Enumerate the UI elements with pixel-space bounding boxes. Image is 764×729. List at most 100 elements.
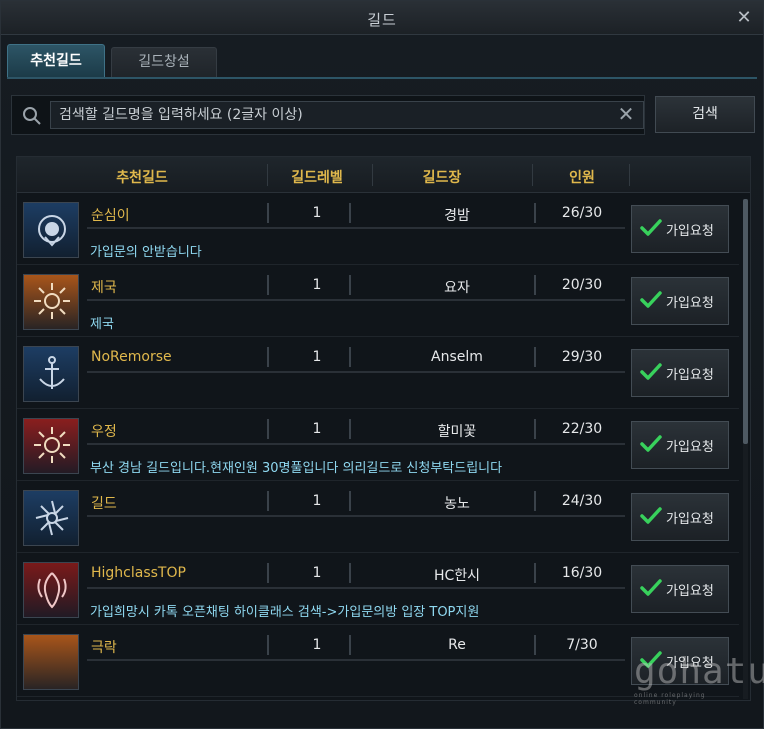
check-icon	[640, 219, 662, 236]
table-row: 길드 1 농노 24/30 가입요청	[17, 485, 739, 553]
window-title: 길드	[367, 11, 397, 29]
join-request-label: 가입요청	[666, 224, 714, 239]
row-divider	[87, 371, 625, 373]
header-divider	[532, 164, 533, 186]
guild-rows: 순심이 1 경밤 26/30 가입문의 안받습니다 가입요청 제국 1 요자 20/30 제국 가입요…	[17, 197, 739, 700]
join-request-label: 가입요청	[666, 584, 714, 599]
clear-search-icon[interactable]: ✕	[614, 102, 638, 126]
guild-name: HighclassTOP	[91, 565, 186, 581]
join-request-button[interactable]: 가입요청	[631, 565, 729, 613]
guild-members: 22/30	[561, 421, 603, 437]
row-divider	[87, 587, 625, 589]
join-request-button[interactable]: 가입요청	[631, 205, 729, 253]
cell-divider	[267, 203, 269, 223]
cell-divider	[349, 419, 351, 439]
cell-divider	[267, 635, 269, 655]
header-divider	[372, 164, 373, 186]
header-leader: 길드장	[422, 170, 462, 186]
search-input[interactable]	[50, 101, 644, 129]
row-divider	[87, 227, 625, 229]
cell-divider	[349, 347, 351, 367]
cell-divider	[349, 491, 351, 511]
scrollbar-thumb[interactable]	[743, 199, 748, 444]
star-emblem-icon	[23, 490, 79, 546]
cell-divider	[534, 347, 536, 367]
cell-divider	[349, 275, 351, 295]
guild-level: 1	[312, 205, 322, 221]
watermark-text: gohatu	[634, 651, 764, 692]
guild-members: 7/30	[566, 637, 598, 653]
guild-leader: 경밤	[444, 208, 470, 224]
watermark: gohatu online roleplaying community	[634, 651, 764, 715]
join-request-label: 가입요청	[666, 440, 714, 455]
sun-emblem-icon	[23, 418, 79, 474]
join-request-button[interactable]: 가입요청	[631, 349, 729, 397]
title-bar: 길드 ✕	[1, 1, 763, 35]
tab-underline	[7, 77, 757, 79]
guild-leader: Anselm	[431, 349, 483, 365]
guild-name: 순심이	[91, 208, 130, 224]
guild-members: 20/30	[561, 277, 603, 293]
guild-name: 우정	[91, 424, 117, 440]
cell-divider	[534, 275, 536, 295]
guild-name: NoRemorse	[91, 349, 172, 365]
guild-description: 부산 경남 길드입니다.현재인원 30명풀입니다 의리길드로 신청부탁드립니다	[90, 461, 503, 476]
table-row: 순심이 1 경밤 26/30 가입문의 안받습니다 가입요청	[17, 197, 739, 265]
search-button[interactable]: 검색	[655, 96, 755, 133]
check-icon	[640, 291, 662, 308]
tab-create-guild[interactable]: 길드창설	[111, 47, 217, 78]
guild-members: 26/30	[561, 205, 603, 221]
search-icon[interactable]	[22, 106, 42, 126]
cell-divider	[534, 635, 536, 655]
guild-leader: 농노	[444, 496, 470, 512]
cell-divider	[534, 203, 536, 223]
join-request-button[interactable]: 가입요청	[631, 277, 729, 325]
cell-divider	[349, 563, 351, 583]
guild-level: 1	[312, 349, 322, 365]
guild-name: 극락	[91, 640, 117, 656]
row-divider	[87, 659, 625, 661]
row-divider	[87, 443, 625, 445]
join-request-label: 가입요청	[666, 512, 714, 527]
guild-list-panel: 추천길드 길드레벨 길드장 인원 순심이 1 경밤 26/30 가입문의 안받습니다 가입…	[16, 156, 751, 701]
guild-level: 1	[312, 493, 322, 509]
scrollbar[interactable]	[743, 199, 748, 699]
row-divider	[87, 515, 625, 517]
header-members: 인원	[569, 170, 595, 186]
cell-divider	[534, 419, 536, 439]
table-row: 제국 1 요자 20/30 제국 가입요청	[17, 269, 739, 337]
join-request-button[interactable]: 가입요청	[631, 421, 729, 469]
guild-level: 1	[312, 637, 322, 653]
sun-emblem-icon	[23, 274, 79, 330]
guild-window: 길드 ✕ 추천길드 길드창설 ✕ 검색 추천길드 길드레벨 길드장 인원 순심이…	[0, 0, 764, 729]
guild-level: 1	[312, 277, 322, 293]
anchor-emblem-icon	[23, 346, 79, 402]
guild-members: 16/30	[561, 565, 603, 581]
check-icon	[640, 507, 662, 524]
guild-leader: Re	[448, 637, 466, 653]
table-row: HighclassTOP 1 HC한시 16/30 가입희망시 카톡 오픈채팅 하이클래…	[17, 557, 739, 625]
join-request-label: 가입요청	[666, 296, 714, 311]
cell-divider	[267, 563, 269, 583]
guild-description: 가입희망시 카톡 오픈채팅 하이클래스 검색->가입문의방 입장 TOP지원	[90, 605, 480, 620]
guild-description: 제국	[90, 317, 114, 332]
tab-recommended-guild[interactable]: 추천길드	[7, 44, 105, 78]
join-request-button[interactable]: 가입요청	[631, 493, 729, 541]
cell-divider	[534, 491, 536, 511]
check-icon	[640, 363, 662, 380]
table-row: 극락 1 Re 7/30 가입요청	[17, 629, 739, 697]
guild-name: 제국	[91, 280, 117, 296]
header-name: 추천길드	[116, 170, 168, 186]
cell-divider	[267, 347, 269, 367]
guild-level: 1	[312, 565, 322, 581]
table-row: NoRemorse 1 Anselm 29/30 가입요청	[17, 341, 739, 409]
cell-divider	[349, 203, 351, 223]
guild-description: 가입문의 안받습니다	[90, 245, 202, 260]
cell-divider	[534, 563, 536, 583]
close-icon[interactable]: ✕	[733, 7, 755, 29]
guild-members: 29/30	[561, 349, 603, 365]
cell-divider	[267, 491, 269, 511]
cell-divider	[267, 419, 269, 439]
moon-emblem-icon	[23, 634, 79, 690]
header-divider	[629, 164, 630, 186]
